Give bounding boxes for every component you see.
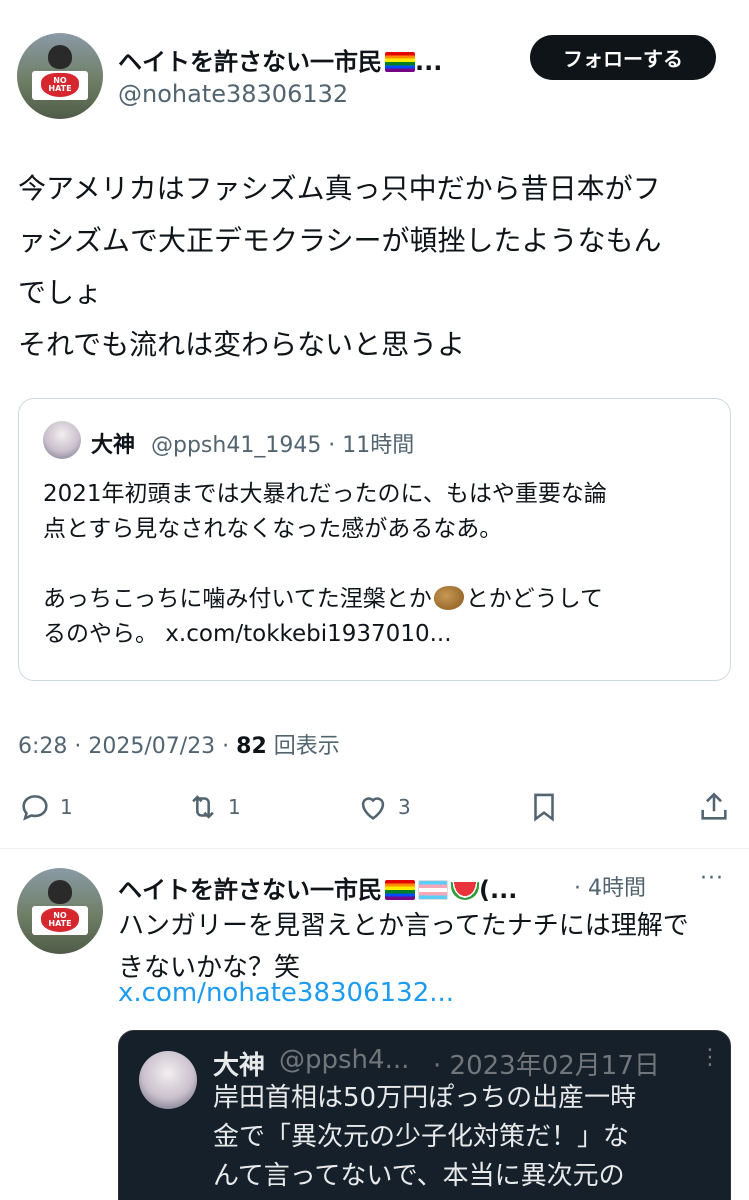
quoted-line-after: とかどうして: [465, 586, 604, 612]
repost-button[interactable]: 1: [186, 790, 241, 824]
rainbow-flag-icon: [385, 52, 415, 72]
reply-link[interactable]: x.com/nohate38306132...: [118, 978, 454, 1008]
author-name[interactable]: ヘイトを許さない一市民...: [118, 42, 442, 77]
post-body-line: ァシズムで大正デモクラシーが頓挫したようなもん: [18, 224, 662, 257]
author-name-suffix: ...: [415, 48, 443, 76]
quoted-line: るのやら。 x.com/tokkebi1937010...: [43, 621, 452, 647]
post-meta: 6:28 · 2025/07/23 · 82 回表示: [18, 728, 340, 760]
follow-button[interactable]: フォローする: [530, 35, 716, 80]
reply-quoted-card[interactable]: 大神 @ppsh4... · 2023年02月17日 ⋮ 岸田首相は50万円ぽっ…: [118, 1030, 731, 1200]
post-body-line: それでも流れは変わらないと思うよ: [18, 328, 466, 361]
view-count: 82: [236, 734, 267, 759]
repost-icon: [192, 795, 214, 819]
reply-time[interactable]: · 4時間: [574, 870, 646, 902]
reply-author-name-text: ヘイトを許さない一市民: [118, 876, 382, 904]
reply-quoted-line: んて言ってないで、本当に異次元の: [213, 1161, 625, 1191]
reply-body: ハンガリーを見習えとか言ってたナチには理解で きないかな？笑: [118, 905, 738, 989]
bookmark-icon: [534, 793, 554, 822]
author-avatar[interactable]: NO HATE: [17, 33, 103, 119]
watermelon-icon: [451, 882, 479, 900]
potato-emoji-icon: [433, 586, 464, 610]
reply-count: 1: [60, 795, 73, 819]
more-vertical-icon[interactable]: ⋮: [699, 1045, 721, 1070]
author-handle[interactable]: @nohate38306132: [118, 80, 348, 108]
reply-quoted-date: · 2023年02月17日: [433, 1051, 660, 1081]
trans-flag-icon: [418, 880, 448, 900]
quoted-author-avatar: [43, 421, 81, 459]
share-button[interactable]: [697, 790, 731, 824]
bookmark-button[interactable]: [527, 790, 561, 824]
quoted-author-name: 大神: [91, 433, 136, 458]
rainbow-flag-icon: [385, 880, 415, 900]
no-hate-heart: NO HATE: [40, 73, 80, 98]
quoted-line: [43, 547, 713, 582]
like-count: 3: [398, 795, 411, 819]
reply-button[interactable]: 1: [18, 790, 73, 824]
reply-author-avatar[interactable]: NO HATE: [17, 868, 103, 954]
reply-quoted-line: 金で「異次元の少子化対策だ！」な: [213, 1122, 630, 1152]
post-timestamp[interactable]: 6:28 · 2025/07/23 ·: [18, 734, 236, 759]
post-body: 今アメリカはファシズム真っ只中だから昔日本がフ ァシズムで大正デモクラシーが頓挫…: [18, 163, 733, 371]
avatar-person: [47, 45, 73, 70]
like-button[interactable]: 3: [356, 790, 411, 824]
avatar-person: [47, 880, 73, 905]
quoted-post-card[interactable]: 大神 @ppsh41_1945 · 11時間 2021年初頭までは大暴れだったの…: [18, 398, 731, 681]
avatar-sign: NO HATE: [32, 905, 88, 936]
reply-body-line: ハンガリーを見習えとか言ってたナチには理解で: [118, 911, 689, 941]
reply-quoted-line: 岸田首相は50万円ぽっちの出産一時: [213, 1083, 637, 1113]
reply-quoted-name: 大神: [213, 1051, 266, 1081]
repost-count: 1: [228, 795, 241, 819]
avatar-sign: NO HATE: [32, 70, 88, 101]
views-label: 回表示: [266, 734, 340, 759]
post-body-line: 今アメリカはファシズム真っ只中だから昔日本がフ: [18, 172, 661, 205]
quoted-line: 2021年初頭までは大暴れだったのに、もはや重要な論: [43, 481, 607, 507]
reply-quoted-avatar: [139, 1051, 197, 1109]
share-icon: [701, 792, 727, 820]
author-name-text: ヘイトを許さない一市民: [118, 48, 382, 76]
no-hate-heart: NO HATE: [40, 908, 80, 933]
reply-icon: [22, 795, 48, 821]
quoted-line: 点とすら見なされなくなった感があるなあ。: [43, 516, 503, 542]
post-divider: [0, 848, 749, 849]
quoted-line: あっちこっちに噛み付いてた涅槃とか とかどうして: [43, 582, 713, 617]
more-icon[interactable]: ···: [700, 866, 724, 891]
reply-author-name[interactable]: ヘイトを許さない一市民 (...: [118, 870, 517, 905]
reply-quoted-handle: @ppsh4...: [279, 1045, 410, 1075]
reply-author-name-suffix: (...: [479, 876, 518, 904]
like-icon: [361, 797, 385, 820]
quoted-post-text: 2021年初頭までは大暴れだったのに、もはや重要な論 点とすら見なされなくなった…: [43, 477, 713, 652]
quoted-line-before: あっちこっちに噛み付いてた涅槃とか: [43, 586, 432, 612]
post-body-line: でしょ: [18, 276, 103, 309]
reply-quoted-text: 岸田首相は50万円ぽっちの出産一時 金で「異次元の少子化対策だ！」な んて言って…: [213, 1079, 723, 1196]
quoted-handle-time: @ppsh41_1945 · 11時間: [151, 433, 415, 458]
